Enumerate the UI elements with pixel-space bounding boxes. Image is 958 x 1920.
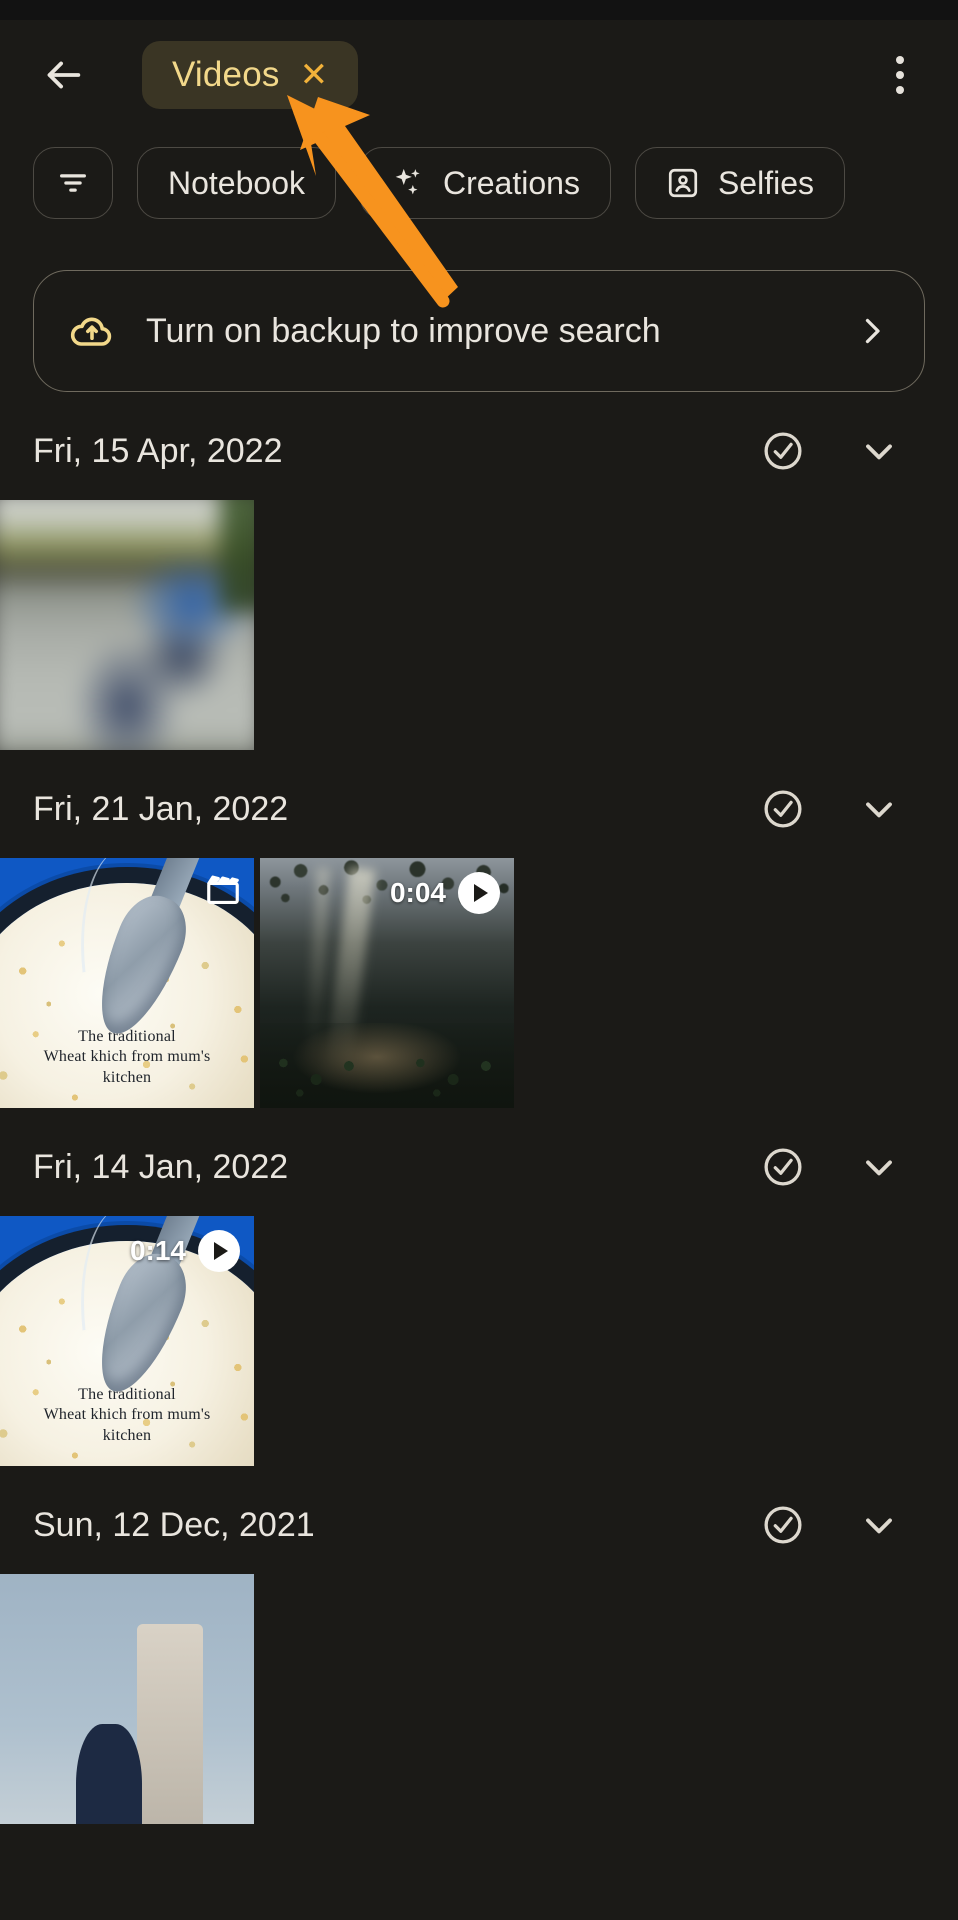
date-header: Sun, 12 Dec, 2021 [0, 1486, 958, 1564]
chevron-down-icon[interactable] [857, 1145, 901, 1189]
thumbnail-caption: The traditional Wheat khich from mum's k… [43, 1027, 211, 1086]
thumbnail-image [0, 1574, 254, 1824]
date-label: Sun, 12 Dec, 2021 [33, 1505, 315, 1544]
arrow-left-icon [40, 52, 86, 98]
date-section: Sun, 12 Dec, 2021 [0, 1486, 958, 1824]
chip-creations[interactable]: Creations [359, 147, 611, 219]
date-header: Fri, 14 Jan, 2022 [0, 1128, 958, 1206]
check-circle-icon[interactable] [761, 1503, 805, 1547]
date-section: Fri, 15 Apr, 2022 [0, 412, 958, 750]
video-duration: 0:14 [129, 1235, 186, 1266]
media-grid [0, 1574, 958, 1824]
backup-banner[interactable]: Turn on backup to improve search [33, 270, 925, 392]
back-button[interactable] [34, 46, 92, 104]
close-icon[interactable]: ✕ [300, 58, 329, 92]
play-icon[interactable] [198, 1230, 240, 1272]
chevron-right-icon [854, 313, 890, 349]
status-bar [0, 0, 958, 20]
media-grid [0, 500, 958, 750]
video-badge: 0:14 [130, 1230, 240, 1272]
media-grid: The traditional Wheat khich from mum's k… [0, 858, 958, 1108]
thumbnail-caption: The traditional Wheat khich from mum's k… [43, 1385, 211, 1444]
thumbnail-image [0, 500, 254, 750]
more-vert-icon-dot [896, 56, 904, 64]
video-duration: 0:04 [389, 877, 446, 908]
chevron-down-icon[interactable] [857, 429, 901, 473]
date-header: Fri, 21 Jan, 2022 [0, 770, 958, 848]
date-section: Fri, 14 Jan, 2022 The traditional Wheat … [0, 1128, 958, 1466]
filter-list-icon [56, 166, 90, 200]
play-icon[interactable] [458, 872, 500, 914]
cloud-upload-icon [68, 307, 116, 355]
media-tile[interactable]: 0:04 [260, 858, 514, 1108]
chip-selfies[interactable]: Selfies [634, 147, 845, 219]
movie-clapper-icon [204, 870, 242, 908]
photos-search-results-screen: Videos ✕ Notebook Creations Selfies Turn… [0, 0, 958, 1920]
date-section: Fri, 21 Jan, 2022 The traditional Wheat … [0, 770, 958, 1108]
sparkle-icon [391, 166, 425, 200]
chip-selfies-label: Selfies [717, 164, 814, 201]
chevron-down-icon[interactable] [857, 787, 901, 831]
filter-chip-row: Notebook Creations Selfies [0, 138, 958, 228]
app-bar: Videos ✕ [0, 20, 958, 130]
date-label: Fri, 15 Apr, 2022 [33, 431, 283, 470]
check-circle-icon[interactable] [761, 787, 805, 831]
video-badge: 0:04 [390, 872, 500, 914]
date-header: Fri, 15 Apr, 2022 [0, 412, 958, 490]
check-circle-icon[interactable] [761, 1145, 805, 1189]
portrait-id-icon [666, 166, 700, 200]
check-circle-icon[interactable] [761, 429, 805, 473]
backup-banner-text: Turn on backup to improve search [146, 311, 661, 350]
media-tile[interactable]: The traditional Wheat khich from mum's k… [0, 1216, 254, 1466]
search-query-chip[interactable]: Videos ✕ [142, 41, 359, 109]
search-query-label: Videos [172, 55, 280, 94]
more-vert-icon-dot [896, 86, 904, 94]
media-grid: The traditional Wheat khich from mum's k… [0, 1216, 958, 1466]
chip-notebook[interactable]: Notebook [137, 147, 336, 219]
chip-filters[interactable] [33, 147, 113, 219]
media-tile[interactable]: The traditional Wheat khich from mum's k… [0, 858, 254, 1108]
more-options-button[interactable] [872, 47, 928, 103]
date-label: Fri, 21 Jan, 2022 [33, 789, 289, 828]
chip-creations-label: Creations [442, 164, 580, 201]
chip-notebook-label: Notebook [168, 164, 305, 201]
chevron-down-icon[interactable] [857, 1503, 901, 1547]
date-label: Fri, 14 Jan, 2022 [33, 1147, 289, 1186]
more-vert-icon-dot [896, 71, 904, 79]
media-tile[interactable] [0, 1574, 254, 1824]
media-tile[interactable] [0, 500, 254, 750]
